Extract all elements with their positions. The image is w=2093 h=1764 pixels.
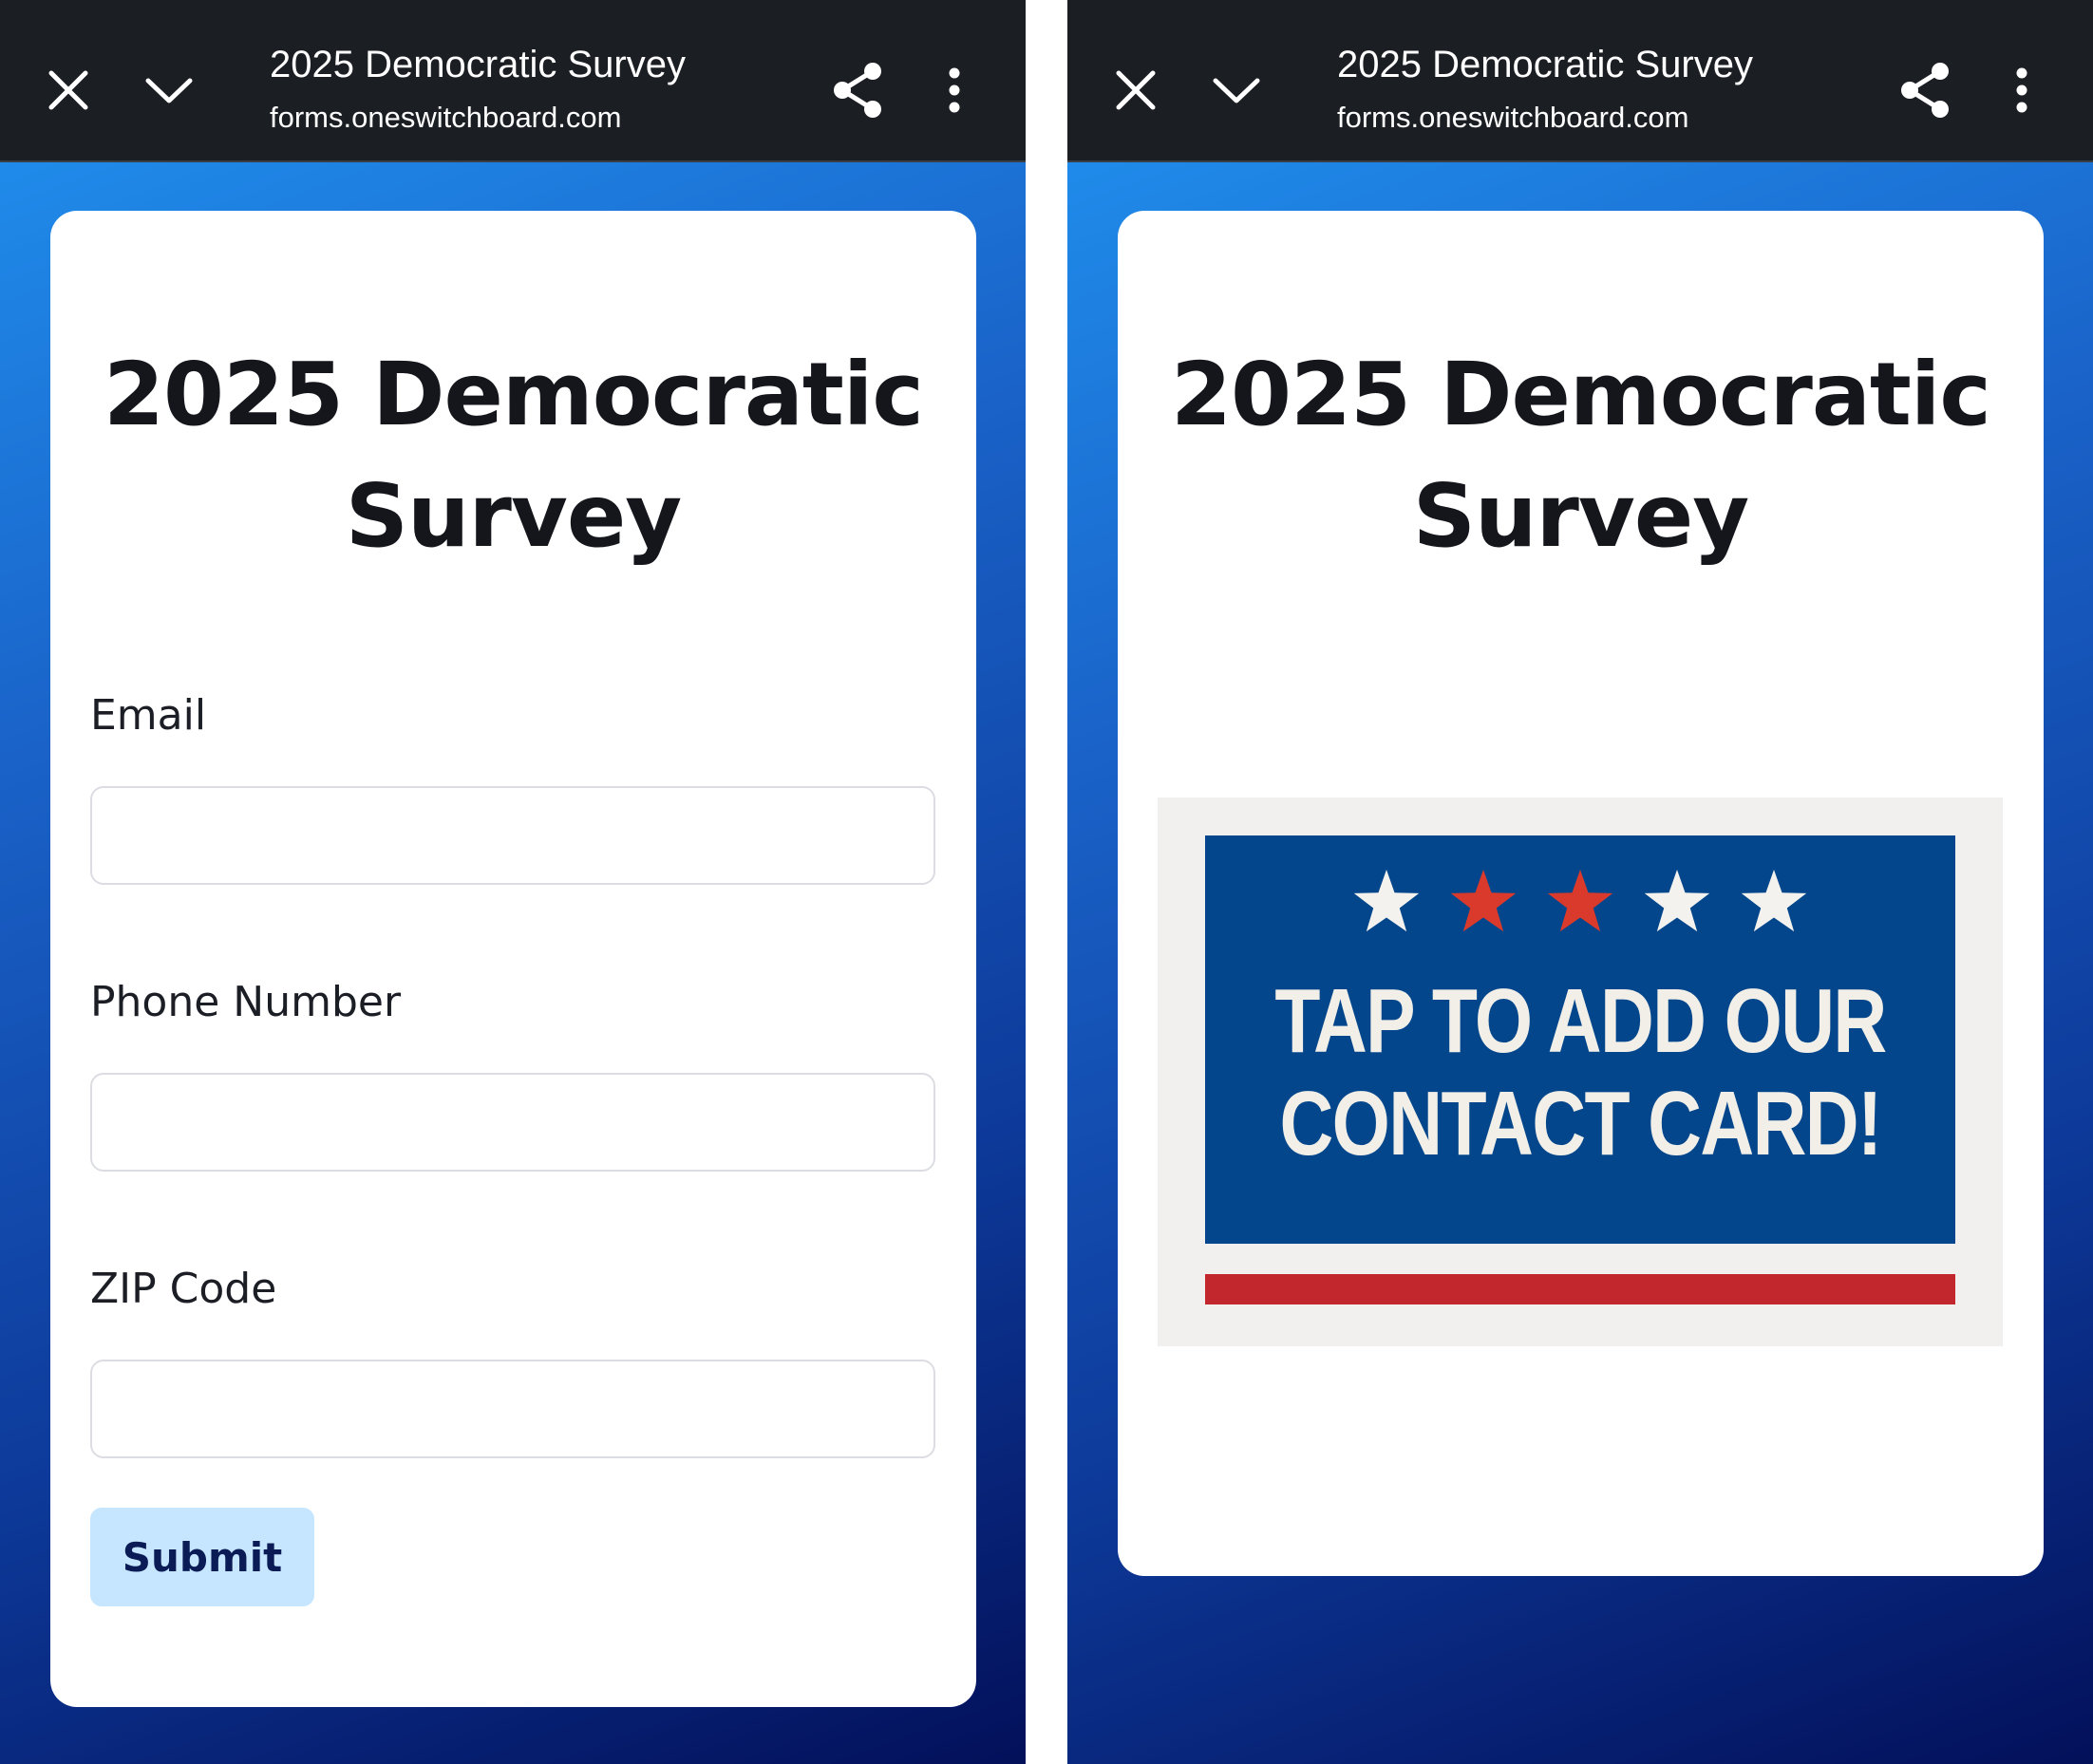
close-icon[interactable] — [1107, 62, 1164, 119]
star-row — [1205, 868, 1955, 944]
star-icon — [1450, 870, 1517, 932]
more-vert-icon[interactable] — [935, 62, 973, 119]
contact-card-banner[interactable]: TAP TO ADD OUR CONTACT CARD! — [1158, 798, 2003, 1346]
share-icon[interactable] — [1894, 59, 1956, 122]
chevron-down-icon[interactable] — [141, 62, 198, 119]
email-field[interactable] — [90, 786, 935, 885]
tab-page-title: 2025 Democratic Survey — [1337, 44, 1753, 85]
survey-form-screen: 2025 Democratic Survey forms.oneswitchbo… — [0, 0, 1026, 1764]
star-icon — [1644, 870, 1710, 932]
banner-red-stripe — [1205, 1274, 1955, 1304]
close-icon[interactable] — [40, 62, 97, 119]
star-icon — [1547, 870, 1613, 932]
star-icon — [1353, 870, 1420, 932]
submit-button[interactable]: Submit — [90, 1508, 314, 1606]
phone-number-field[interactable] — [90, 1073, 935, 1172]
tab-page-title: 2025 Democratic Survey — [270, 44, 686, 85]
tab-page-url[interactable]: forms.oneswitchboard.com — [1337, 101, 1688, 135]
custom-tab-toolbar: 2025 Democratic Survey forms.oneswitchbo… — [0, 0, 1026, 162]
email-label: Email — [90, 691, 207, 740]
zip-code-label: ZIP Code — [90, 1265, 277, 1313]
star-icon — [1741, 870, 1807, 932]
contact-card-panel: 2025 Democratic Survey TAP TO ADD OUR CO… — [1118, 211, 2044, 1576]
chevron-down-icon[interactable] — [1208, 62, 1265, 119]
page-title: 2025 Democratic Survey — [1171, 344, 1991, 567]
tab-page-url[interactable]: forms.oneswitchboard.com — [270, 101, 621, 135]
zip-code-field[interactable] — [90, 1360, 935, 1458]
share-icon[interactable] — [826, 59, 889, 122]
more-vert-icon[interactable] — [2003, 62, 2041, 119]
custom-tab-toolbar: 2025 Democratic Survey forms.oneswitchbo… — [1067, 0, 2093, 162]
banner-cta-text: TAP TO ADD OUR CONTACT CARD! — [1274, 970, 1887, 1174]
form-title: 2025 Democratic Survey — [104, 344, 924, 567]
contact-card-screen: 2025 Democratic Survey forms.oneswitchbo… — [1067, 0, 2093, 1764]
phone-number-label: Phone Number — [90, 978, 402, 1026]
banner-blue-panel: TAP TO ADD OUR CONTACT CARD! — [1205, 835, 1955, 1244]
form-card: 2025 Democratic Survey Email Phone Numbe… — [50, 211, 976, 1707]
